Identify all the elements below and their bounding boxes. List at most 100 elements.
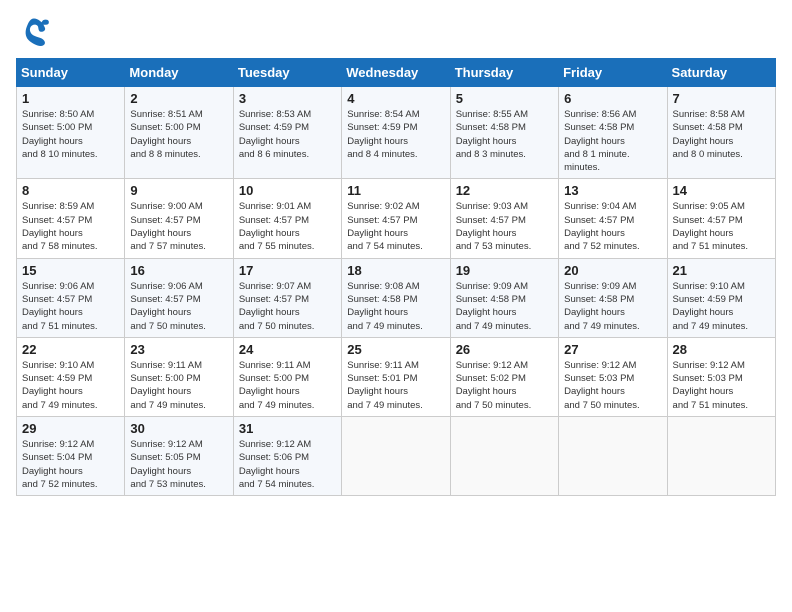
calendar-cell bbox=[342, 417, 450, 496]
calendar-cell: 26 Sunrise: 9:12 AM Sunset: 5:02 PM Dayl… bbox=[450, 337, 558, 416]
logo bbox=[16, 16, 58, 48]
calendar-cell: 4 Sunrise: 8:54 AM Sunset: 4:59 PM Dayli… bbox=[342, 87, 450, 179]
day-info: Sunrise: 8:56 AM Sunset: 4:58 PM Dayligh… bbox=[564, 108, 661, 174]
day-number: 12 bbox=[456, 183, 553, 198]
day-number: 13 bbox=[564, 183, 661, 198]
calendar-cell: 7 Sunrise: 8:58 AM Sunset: 4:58 PM Dayli… bbox=[667, 87, 775, 179]
calendar-cell: 21 Sunrise: 9:10 AM Sunset: 4:59 PM Dayl… bbox=[667, 258, 775, 337]
weekday-header-wednesday: Wednesday bbox=[342, 59, 450, 87]
day-number: 22 bbox=[22, 342, 119, 357]
day-number: 6 bbox=[564, 91, 661, 106]
day-info: Sunrise: 9:11 AM Sunset: 5:00 PM Dayligh… bbox=[130, 359, 227, 412]
calendar-week-1: 1 Sunrise: 8:50 AM Sunset: 5:00 PM Dayli… bbox=[17, 87, 776, 179]
day-number: 11 bbox=[347, 183, 444, 198]
day-number: 26 bbox=[456, 342, 553, 357]
day-info: Sunrise: 9:03 AM Sunset: 4:57 PM Dayligh… bbox=[456, 200, 553, 253]
day-info: Sunrise: 8:59 AM Sunset: 4:57 PM Dayligh… bbox=[22, 200, 119, 253]
calendar-cell: 27 Sunrise: 9:12 AM Sunset: 5:03 PM Dayl… bbox=[559, 337, 667, 416]
calendar-cell: 14 Sunrise: 9:05 AM Sunset: 4:57 PM Dayl… bbox=[667, 179, 775, 258]
day-number: 1 bbox=[22, 91, 119, 106]
day-number: 15 bbox=[22, 263, 119, 278]
day-info: Sunrise: 9:10 AM Sunset: 4:59 PM Dayligh… bbox=[22, 359, 119, 412]
calendar-week-2: 8 Sunrise: 8:59 AM Sunset: 4:57 PM Dayli… bbox=[17, 179, 776, 258]
day-number: 21 bbox=[673, 263, 770, 278]
weekday-header-saturday: Saturday bbox=[667, 59, 775, 87]
calendar-cell bbox=[559, 417, 667, 496]
day-number: 3 bbox=[239, 91, 336, 106]
day-number: 2 bbox=[130, 91, 227, 106]
day-number: 24 bbox=[239, 342, 336, 357]
calendar-cell: 6 Sunrise: 8:56 AM Sunset: 4:58 PM Dayli… bbox=[559, 87, 667, 179]
calendar-cell bbox=[450, 417, 558, 496]
day-number: 27 bbox=[564, 342, 661, 357]
calendar-cell: 5 Sunrise: 8:55 AM Sunset: 4:58 PM Dayli… bbox=[450, 87, 558, 179]
day-info: Sunrise: 8:55 AM Sunset: 4:58 PM Dayligh… bbox=[456, 108, 553, 161]
weekday-header-friday: Friday bbox=[559, 59, 667, 87]
weekday-header-monday: Monday bbox=[125, 59, 233, 87]
day-info: Sunrise: 9:12 AM Sunset: 5:05 PM Dayligh… bbox=[130, 438, 227, 491]
calendar-cell: 25 Sunrise: 9:11 AM Sunset: 5:01 PM Dayl… bbox=[342, 337, 450, 416]
day-info: Sunrise: 9:12 AM Sunset: 5:04 PM Dayligh… bbox=[22, 438, 119, 491]
day-info: Sunrise: 8:50 AM Sunset: 5:00 PM Dayligh… bbox=[22, 108, 119, 161]
calendar-cell: 19 Sunrise: 9:09 AM Sunset: 4:58 PM Dayl… bbox=[450, 258, 558, 337]
day-number: 25 bbox=[347, 342, 444, 357]
calendar-cell: 10 Sunrise: 9:01 AM Sunset: 4:57 PM Dayl… bbox=[233, 179, 341, 258]
calendar-cell: 18 Sunrise: 9:08 AM Sunset: 4:58 PM Dayl… bbox=[342, 258, 450, 337]
calendar-cell bbox=[667, 417, 775, 496]
calendar-cell: 28 Sunrise: 9:12 AM Sunset: 5:03 PM Dayl… bbox=[667, 337, 775, 416]
day-info: Sunrise: 9:09 AM Sunset: 4:58 PM Dayligh… bbox=[456, 280, 553, 333]
logo-icon bbox=[16, 16, 52, 48]
calendar-week-3: 15 Sunrise: 9:06 AM Sunset: 4:57 PM Dayl… bbox=[17, 258, 776, 337]
calendar-cell: 13 Sunrise: 9:04 AM Sunset: 4:57 PM Dayl… bbox=[559, 179, 667, 258]
day-number: 29 bbox=[22, 421, 119, 436]
weekday-header-tuesday: Tuesday bbox=[233, 59, 341, 87]
header bbox=[16, 16, 776, 48]
day-info: Sunrise: 9:09 AM Sunset: 4:58 PM Dayligh… bbox=[564, 280, 661, 333]
calendar-cell: 15 Sunrise: 9:06 AM Sunset: 4:57 PM Dayl… bbox=[17, 258, 125, 337]
weekday-header-thursday: Thursday bbox=[450, 59, 558, 87]
calendar-week-4: 22 Sunrise: 9:10 AM Sunset: 4:59 PM Dayl… bbox=[17, 337, 776, 416]
day-info: Sunrise: 9:11 AM Sunset: 5:01 PM Dayligh… bbox=[347, 359, 444, 412]
calendar-cell: 9 Sunrise: 9:00 AM Sunset: 4:57 PM Dayli… bbox=[125, 179, 233, 258]
calendar-cell: 1 Sunrise: 8:50 AM Sunset: 5:00 PM Dayli… bbox=[17, 87, 125, 179]
day-info: Sunrise: 9:01 AM Sunset: 4:57 PM Dayligh… bbox=[239, 200, 336, 253]
day-info: Sunrise: 9:12 AM Sunset: 5:06 PM Dayligh… bbox=[239, 438, 336, 491]
weekday-header-sunday: Sunday bbox=[17, 59, 125, 87]
day-number: 23 bbox=[130, 342, 227, 357]
day-info: Sunrise: 9:04 AM Sunset: 4:57 PM Dayligh… bbox=[564, 200, 661, 253]
day-info: Sunrise: 9:02 AM Sunset: 4:57 PM Dayligh… bbox=[347, 200, 444, 253]
day-info: Sunrise: 8:51 AM Sunset: 5:00 PM Dayligh… bbox=[130, 108, 227, 161]
calendar-cell: 29 Sunrise: 9:12 AM Sunset: 5:04 PM Dayl… bbox=[17, 417, 125, 496]
main-container: SundayMondayTuesdayWednesdayThursdayFrid… bbox=[0, 0, 792, 506]
calendar-cell: 31 Sunrise: 9:12 AM Sunset: 5:06 PM Dayl… bbox=[233, 417, 341, 496]
day-number: 5 bbox=[456, 91, 553, 106]
calendar-cell: 22 Sunrise: 9:10 AM Sunset: 4:59 PM Dayl… bbox=[17, 337, 125, 416]
calendar-cell: 17 Sunrise: 9:07 AM Sunset: 4:57 PM Dayl… bbox=[233, 258, 341, 337]
day-number: 28 bbox=[673, 342, 770, 357]
day-info: Sunrise: 9:06 AM Sunset: 4:57 PM Dayligh… bbox=[22, 280, 119, 333]
day-number: 20 bbox=[564, 263, 661, 278]
day-number: 18 bbox=[347, 263, 444, 278]
calendar-cell: 8 Sunrise: 8:59 AM Sunset: 4:57 PM Dayli… bbox=[17, 179, 125, 258]
day-info: Sunrise: 9:10 AM Sunset: 4:59 PM Dayligh… bbox=[673, 280, 770, 333]
calendar-cell: 12 Sunrise: 9:03 AM Sunset: 4:57 PM Dayl… bbox=[450, 179, 558, 258]
day-number: 7 bbox=[673, 91, 770, 106]
day-info: Sunrise: 8:58 AM Sunset: 4:58 PM Dayligh… bbox=[673, 108, 770, 161]
day-info: Sunrise: 8:53 AM Sunset: 4:59 PM Dayligh… bbox=[239, 108, 336, 161]
calendar-table: SundayMondayTuesdayWednesdayThursdayFrid… bbox=[16, 58, 776, 496]
day-number: 9 bbox=[130, 183, 227, 198]
day-info: Sunrise: 9:07 AM Sunset: 4:57 PM Dayligh… bbox=[239, 280, 336, 333]
day-info: Sunrise: 9:11 AM Sunset: 5:00 PM Dayligh… bbox=[239, 359, 336, 412]
day-info: Sunrise: 9:00 AM Sunset: 4:57 PM Dayligh… bbox=[130, 200, 227, 253]
calendar-cell: 20 Sunrise: 9:09 AM Sunset: 4:58 PM Dayl… bbox=[559, 258, 667, 337]
day-number: 16 bbox=[130, 263, 227, 278]
day-number: 4 bbox=[347, 91, 444, 106]
day-number: 14 bbox=[673, 183, 770, 198]
weekday-header-row: SundayMondayTuesdayWednesdayThursdayFrid… bbox=[17, 59, 776, 87]
calendar-cell: 11 Sunrise: 9:02 AM Sunset: 4:57 PM Dayl… bbox=[342, 179, 450, 258]
day-number: 8 bbox=[22, 183, 119, 198]
calendar-cell: 24 Sunrise: 9:11 AM Sunset: 5:00 PM Dayl… bbox=[233, 337, 341, 416]
calendar-cell: 23 Sunrise: 9:11 AM Sunset: 5:00 PM Dayl… bbox=[125, 337, 233, 416]
calendar-cell: 3 Sunrise: 8:53 AM Sunset: 4:59 PM Dayli… bbox=[233, 87, 341, 179]
calendar-cell: 2 Sunrise: 8:51 AM Sunset: 5:00 PM Dayli… bbox=[125, 87, 233, 179]
